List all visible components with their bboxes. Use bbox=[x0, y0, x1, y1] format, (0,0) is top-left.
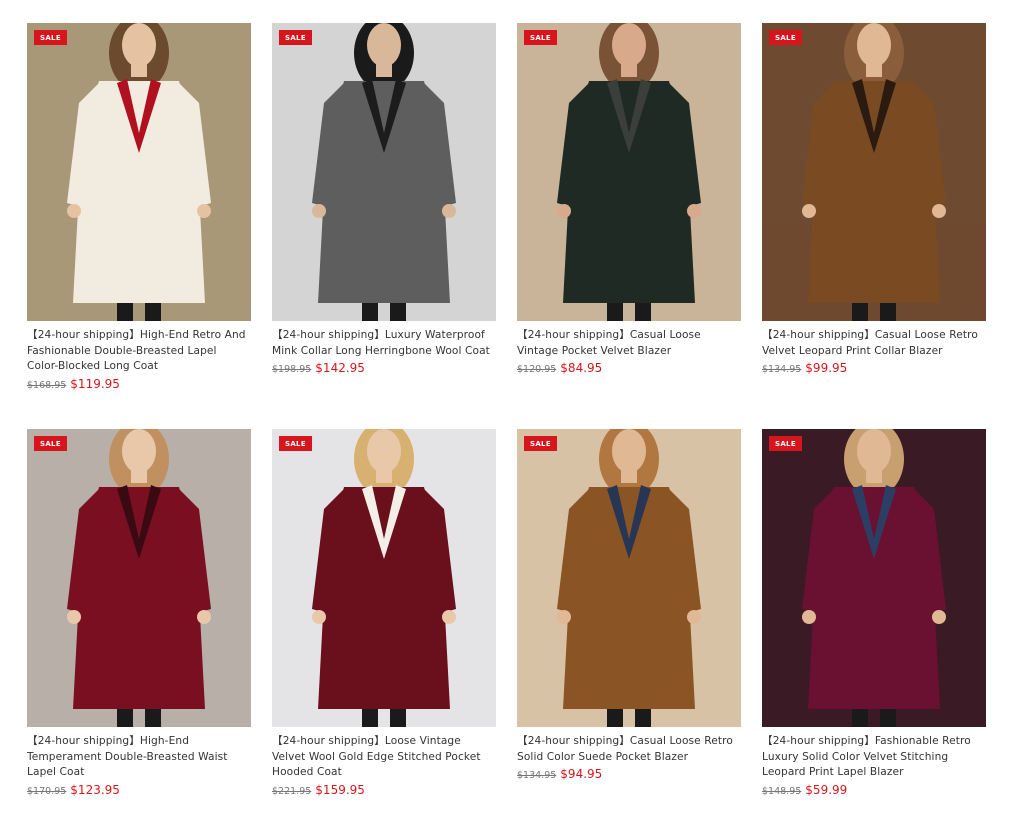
price-row: $198.95 $142.95 bbox=[272, 361, 496, 377]
price-row: $170.95 $123.95 bbox=[27, 783, 251, 799]
price-row: $134.95 $94.95 bbox=[517, 767, 741, 783]
model-photo bbox=[762, 23, 986, 321]
product-grid: SALE 【24-hour shipping】High-End Retro And… bbox=[27, 23, 986, 835]
product-image[interactable]: SALE bbox=[762, 429, 986, 727]
sale-price: $99.95 bbox=[805, 361, 848, 376]
sale-price: $123.95 bbox=[70, 782, 120, 797]
model-photo bbox=[517, 23, 741, 321]
product-title[interactable]: 【24-hour shipping】Casual Loose Retro Sol… bbox=[517, 734, 741, 765]
product-card[interactable]: SALE 【24-hour shipping】Fashionable Retro … bbox=[762, 429, 986, 835]
product-image[interactable]: SALE bbox=[517, 23, 741, 321]
product-title[interactable]: 【24-hour shipping】High-End Temperament D… bbox=[27, 734, 251, 781]
product-image[interactable]: SALE bbox=[762, 23, 986, 321]
original-price: $120.95 bbox=[517, 364, 557, 376]
sale-badge: SALE bbox=[524, 436, 557, 451]
product-title[interactable]: 【24-hour shipping】Fashionable Retro Luxu… bbox=[762, 734, 986, 781]
price-row: $120.95 $84.95 bbox=[517, 361, 741, 377]
product-title[interactable]: 【24-hour shipping】Casual Loose Vintage P… bbox=[517, 328, 741, 359]
product-image[interactable]: SALE bbox=[27, 23, 251, 321]
sale-badge: SALE bbox=[769, 30, 802, 45]
product-card[interactable]: SALE 【24-hour shipping】High-End Temperame… bbox=[27, 429, 251, 835]
sale-badge: SALE bbox=[524, 30, 557, 45]
product-title[interactable]: 【24-hour shipping】Loose Vintage Velvet W… bbox=[272, 734, 496, 781]
product-card[interactable]: SALE 【24-hour shipping】Casual Loose Retro… bbox=[517, 429, 741, 835]
product-image[interactable]: SALE bbox=[517, 429, 741, 727]
product-card[interactable]: SALE 【24-hour shipping】Casual Loose Retro… bbox=[762, 23, 986, 429]
original-price: $168.95 bbox=[27, 379, 67, 391]
original-price: $148.95 bbox=[762, 785, 802, 797]
model-photo bbox=[762, 429, 986, 727]
sale-badge: SALE bbox=[34, 436, 67, 451]
price-row: $134.95 $99.95 bbox=[762, 361, 986, 377]
price-row: $148.95 $59.99 bbox=[762, 783, 986, 799]
price-row: $221.95 $159.95 bbox=[272, 783, 496, 799]
model-photo bbox=[27, 429, 251, 727]
sale-badge: SALE bbox=[279, 436, 312, 451]
product-card[interactable]: SALE 【24-hour shipping】Casual Loose Vinta… bbox=[517, 23, 741, 429]
original-price: $170.95 bbox=[27, 785, 67, 797]
model-photo bbox=[27, 23, 251, 321]
original-price: $221.95 bbox=[272, 785, 312, 797]
product-title[interactable]: 【24-hour shipping】Casual Loose Retro Vel… bbox=[762, 328, 986, 359]
product-title[interactable]: 【24-hour shipping】High-End Retro And Fas… bbox=[27, 328, 251, 375]
sale-price: $142.95 bbox=[315, 361, 365, 376]
product-card[interactable]: SALE 【24-hour shipping】Luxury Waterproof … bbox=[272, 23, 496, 429]
product-image[interactable]: SALE bbox=[272, 23, 496, 321]
sale-price: $84.95 bbox=[560, 361, 603, 376]
sale-price: $159.95 bbox=[315, 782, 365, 797]
product-title[interactable]: 【24-hour shipping】Luxury Waterproof Mink… bbox=[272, 328, 496, 359]
model-photo bbox=[517, 429, 741, 727]
product-card[interactable]: SALE 【24-hour shipping】High-End Retro And… bbox=[27, 23, 251, 429]
model-photo bbox=[272, 23, 496, 321]
price-row: $168.95 $119.95 bbox=[27, 377, 251, 393]
model-photo bbox=[272, 429, 496, 727]
sale-price: $119.95 bbox=[70, 376, 120, 391]
sale-price: $94.95 bbox=[560, 767, 603, 782]
original-price: $134.95 bbox=[517, 770, 557, 782]
sale-badge: SALE bbox=[769, 436, 802, 451]
product-image[interactable]: SALE bbox=[27, 429, 251, 727]
product-card[interactable]: SALE 【24-hour shipping】Loose Vintage Velv… bbox=[272, 429, 496, 835]
sale-price: $59.99 bbox=[805, 782, 848, 797]
product-image[interactable]: SALE bbox=[272, 429, 496, 727]
sale-badge: SALE bbox=[279, 30, 312, 45]
sale-badge: SALE bbox=[34, 30, 67, 45]
original-price: $134.95 bbox=[762, 364, 802, 376]
original-price: $198.95 bbox=[272, 364, 312, 376]
